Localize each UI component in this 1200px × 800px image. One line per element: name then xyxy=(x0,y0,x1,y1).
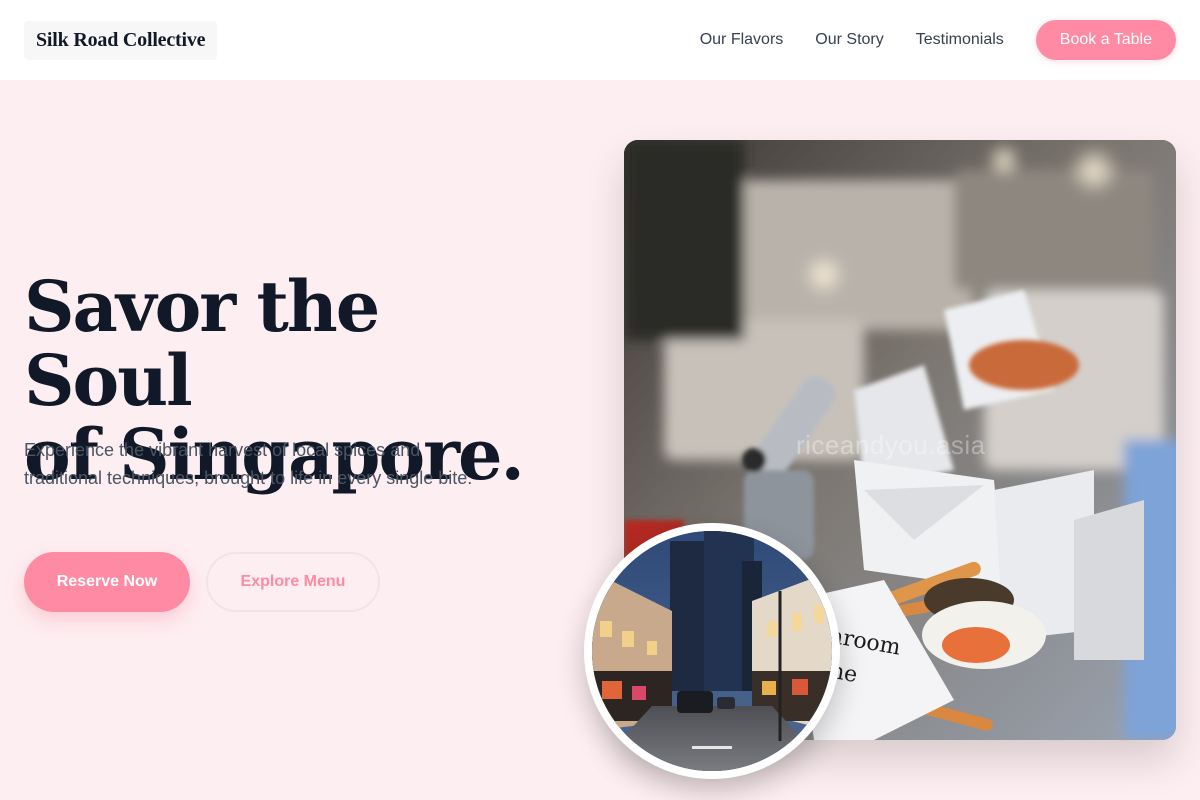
nav-link-our-flavors[interactable]: Our Flavors xyxy=(700,31,784,49)
nav-link-testimonials[interactable]: Testimonials xyxy=(916,31,1004,49)
street-photo-illustration xyxy=(592,531,832,771)
book-table-button[interactable]: Book a Table xyxy=(1035,20,1176,60)
food-image-watermark: riceandyou.asia xyxy=(796,430,986,460)
reserve-now-button[interactable]: Reserve Now xyxy=(24,552,190,612)
nav-link-our-story[interactable]: Our Story xyxy=(815,31,883,49)
explore-menu-button[interactable]: Explore Menu xyxy=(206,552,380,612)
hero-title-line-1: Savor the Soul xyxy=(24,265,380,422)
brand-logo[interactable]: Silk Road Collective xyxy=(24,20,218,60)
site-header: Silk Road Collective Our Flavors Our Sto… xyxy=(0,0,1200,80)
hero-subtitle: Experience the vibrant harvest of local … xyxy=(24,440,473,488)
main-nav: Our Flavors Our Story Testimonials Book … xyxy=(700,20,1176,60)
street-circle-image xyxy=(584,523,840,779)
